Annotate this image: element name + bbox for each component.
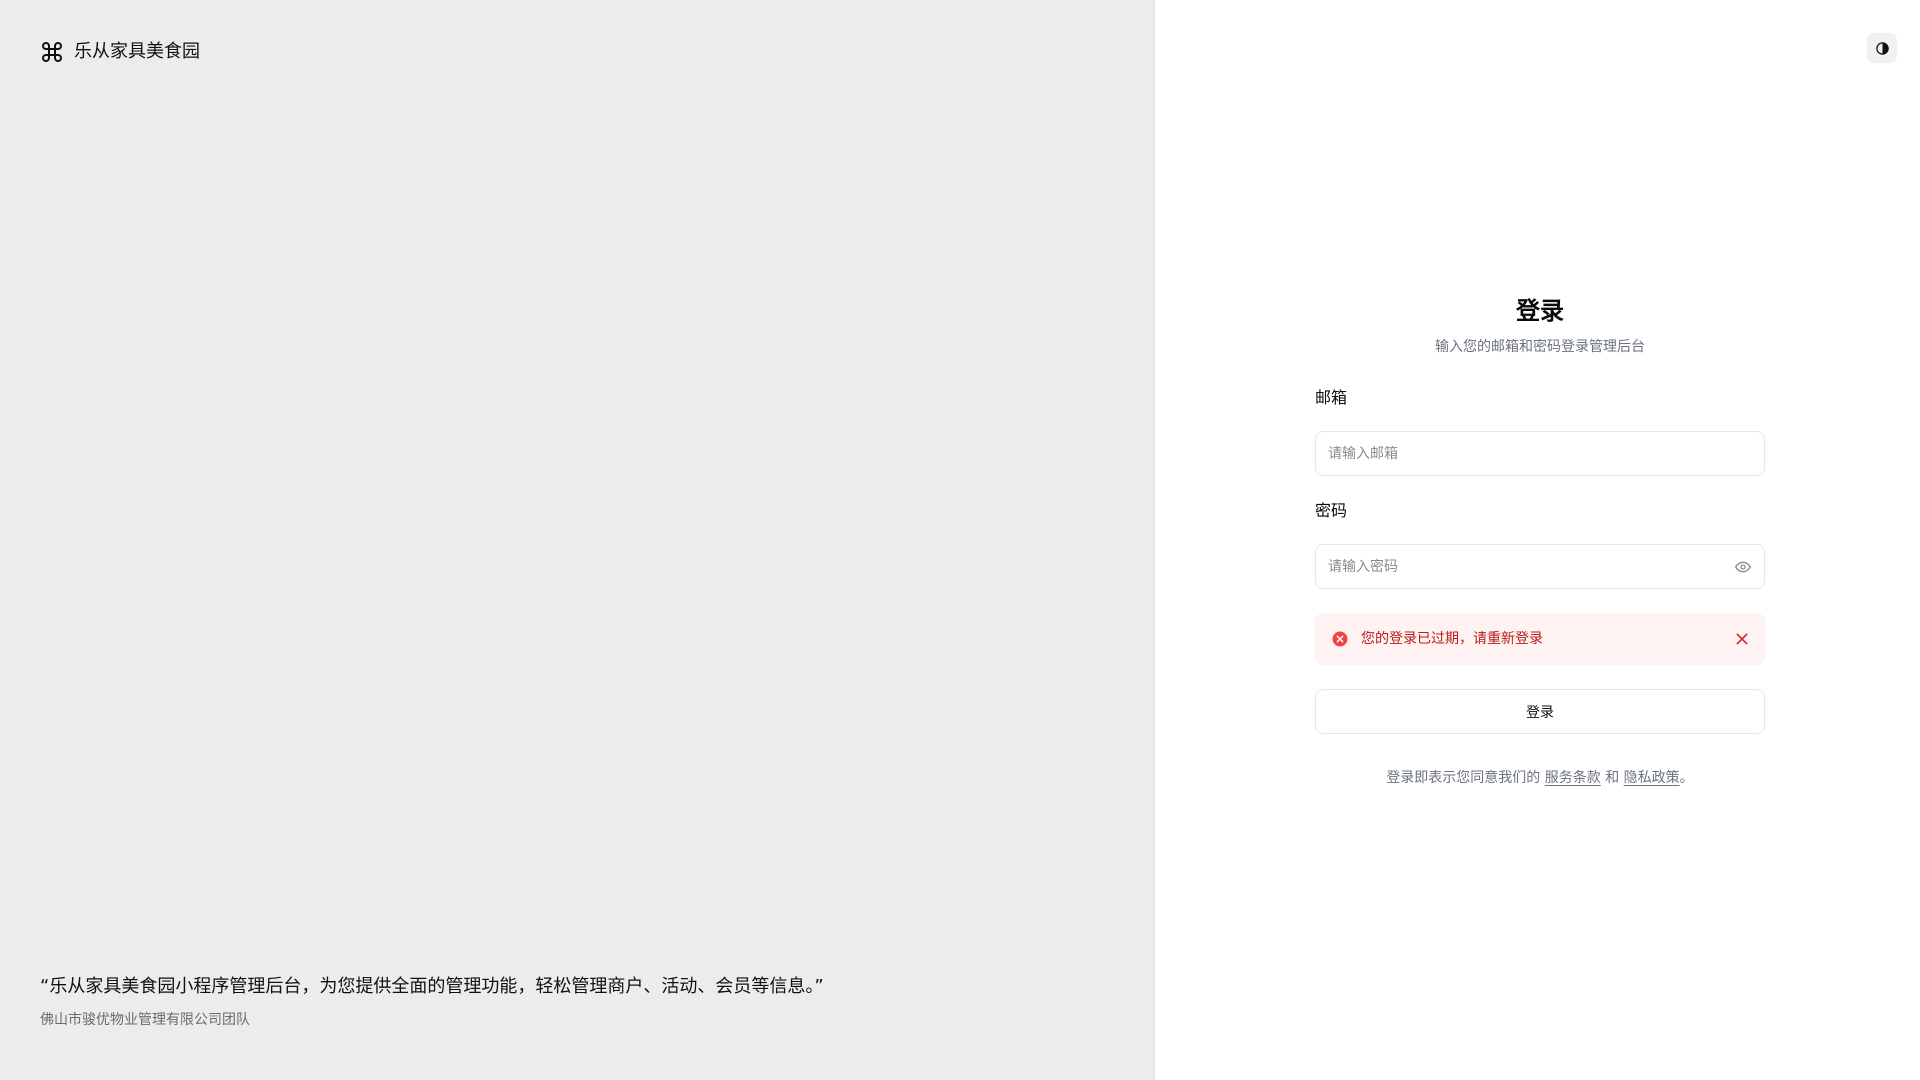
password-label: 密码 <box>1315 501 1348 520</box>
login-panel: 登录 输入您的邮箱和密码登录管理后台 邮箱 密码 <box>1155 0 1920 1080</box>
close-icon[interactable] <box>1733 630 1751 648</box>
email-field[interactable] <box>1316 432 1764 475</box>
login-title: 登录 <box>1516 297 1564 325</box>
login-form: 登录 输入您的邮箱和密码登录管理后台 邮箱 密码 <box>1315 295 1765 788</box>
error-message: 您的登录已过期，请重新登录 <box>1361 631 1543 647</box>
terms-suffix: 。 <box>1679 770 1694 786</box>
error-circle-icon <box>1331 630 1349 648</box>
testimonial: “乐从家具美食园小程序管理后台，为您提供全面的管理功能，轻松管理商户、活动、会员… <box>40 974 1080 1030</box>
error-alert: 您的登录已过期，请重新登录 <box>1315 613 1765 665</box>
contrast-icon <box>1875 41 1890 56</box>
privacy-policy-link[interactable]: 隐私政策 <box>1624 770 1680 786</box>
password-field[interactable] <box>1316 545 1764 588</box>
login-subtitle: 输入您的邮箱和密码登录管理后台 <box>1435 339 1645 355</box>
testimonial-author: 佛山市骏优物业管理有限公司团队 <box>40 1012 250 1028</box>
login-page: 乐从家具美食园 “乐从家具美食园小程序管理后台，为您提供全面的管理功能，轻松管理… <box>0 0 1920 1080</box>
terms-notice: 登录即表示您同意我们的 服务条款 和 隐私政策。 <box>1315 768 1765 788</box>
command-icon <box>40 40 64 64</box>
terms-prefix: 登录即表示您同意我们的 <box>1386 770 1541 786</box>
email-label: 邮箱 <box>1315 388 1348 407</box>
password-field-wrapper <box>1315 544 1765 589</box>
testimonial-text: “乐从家具美食园小程序管理后台，为您提供全面的管理功能，轻松管理商户、活动、会员… <box>40 976 824 997</box>
terms-of-service-link[interactable]: 服务条款 <box>1545 770 1601 786</box>
terms-and: 和 <box>1605 770 1620 786</box>
email-field-wrapper <box>1315 431 1765 476</box>
eye-icon[interactable] <box>1734 558 1752 576</box>
theme-toggle-button[interactable] <box>1867 33 1897 63</box>
brand: 乐从家具美食园 <box>40 40 200 64</box>
brand-name: 乐从家具美食园 <box>74 41 200 62</box>
brand-panel: 乐从家具美食园 “乐从家具美食园小程序管理后台，为您提供全面的管理功能，轻松管理… <box>0 0 1155 1080</box>
login-button[interactable]: 登录 <box>1315 689 1765 734</box>
